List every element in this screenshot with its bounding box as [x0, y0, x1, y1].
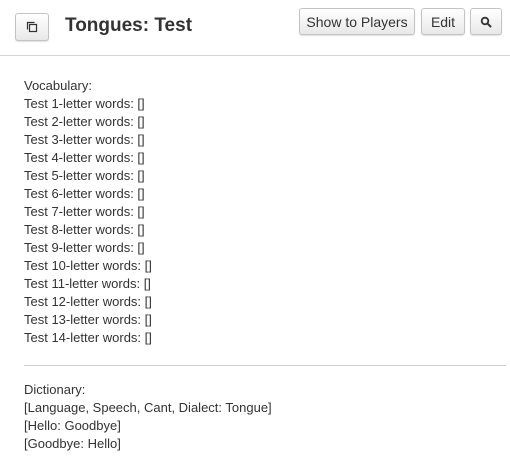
vocabulary-line: Test 13-letter words: [] — [24, 312, 152, 327]
section-divider — [24, 365, 506, 366]
page-title: Tongues: Test — [65, 15, 193, 36]
vocabulary-line: Test 6-letter words: [] — [24, 186, 145, 201]
edit-button[interactable]: Edit — [421, 8, 465, 35]
vocabulary-line: Test 10-letter words: [] — [24, 258, 152, 273]
dictionary-line: [Language, Speech, Cant, Dialect: Tongue… — [24, 400, 272, 415]
vocabulary-line: Test 7-letter words: [] — [24, 204, 145, 219]
dictionary-heading: Dictionary: — [24, 382, 86, 397]
search-icon — [480, 16, 492, 28]
popout-icon — [26, 21, 38, 33]
vocabulary-section: Vocabulary: Test 1-letter words: [] Test… — [24, 77, 152, 347]
dictionary-line: [Hello: Goodbye] — [24, 418, 121, 433]
show-to-players-button[interactable]: Show to Players — [299, 8, 415, 35]
vocabulary-line: Test 4-letter words: [] — [24, 150, 145, 165]
vocabulary-line: Test 1-letter words: [] — [24, 96, 145, 111]
vocabulary-heading: Vocabulary: — [24, 78, 92, 93]
vocabulary-line: Test 2-letter words: [] — [24, 114, 145, 129]
dictionary-section: Dictionary: [Language, Speech, Cant, Dia… — [24, 381, 272, 453]
popout-button[interactable] — [15, 13, 49, 41]
vocabulary-line: Test 3-letter words: [] — [24, 132, 145, 147]
dictionary-line: [Goodbye: Hello] — [24, 436, 121, 451]
handout-header: Tongues: Test Show to Players Edit — [0, 0, 510, 56]
vocabulary-line: Test 11-letter words: [] — [24, 276, 151, 291]
vocabulary-line: Test 12-letter words: [] — [24, 294, 152, 309]
vocabulary-line: Test 8-letter words: [] — [24, 222, 145, 237]
search-button[interactable] — [470, 8, 502, 35]
vocabulary-line: Test 5-letter words: [] — [24, 168, 145, 183]
vocabulary-line: Test 9-letter words: [] — [24, 240, 145, 255]
vocabulary-line: Test 14-letter words: [] — [24, 330, 152, 345]
